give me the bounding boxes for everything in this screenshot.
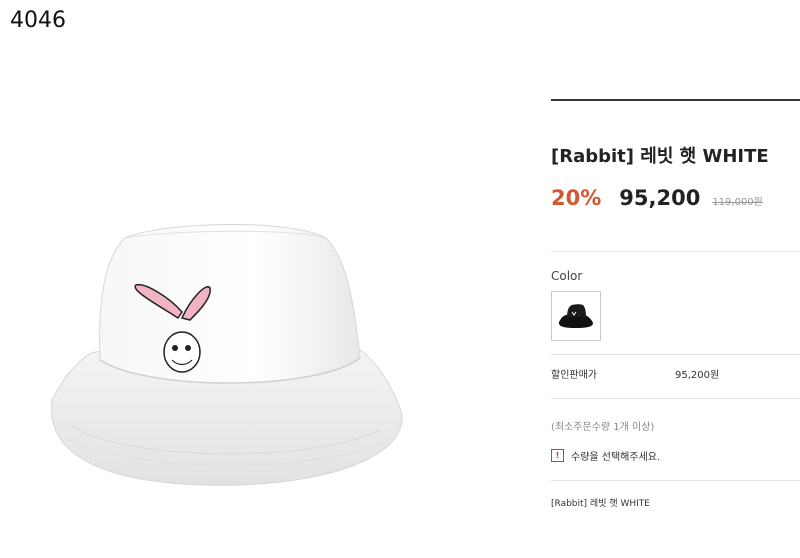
selected-item-name: [Rabbit] 레빗 햇 WHITE [551, 499, 650, 509]
sale-price-label: 할인판매가 [551, 370, 597, 381]
divider [551, 251, 800, 252]
black-hat-icon [558, 304, 593, 328]
warning-text: 수량을 선택해주세요. [571, 452, 661, 463]
product-info-panel: [Rabbit] 레빗 햇 WHITE 20% 95,200 119,000원 … [551, 0, 800, 558]
sale-price-value: 95,200원 [675, 370, 720, 381]
color-option-label: Color [551, 269, 583, 283]
product-image [50, 223, 403, 486]
color-swatch-black[interactable] [551, 291, 601, 341]
sale-price: 95,200 [619, 186, 701, 210]
top-divider [551, 99, 800, 101]
product-title: [Rabbit] 레빗 햇 WHITE [551, 146, 769, 167]
page-id-label: 4046 [10, 8, 66, 33]
warning-icon: ! [551, 449, 564, 462]
divider [551, 480, 800, 481]
discount-rate: 20% [551, 186, 602, 210]
min-order-notice: (최소주문수량 1개 이상) [551, 422, 655, 433]
original-price: 119,000원 [712, 197, 763, 208]
divider [551, 398, 800, 399]
quantity-warning: ! 수량을 선택해주세요. [551, 448, 660, 463]
price-row: 20% 95,200 119,000원 [551, 186, 763, 210]
divider [551, 354, 800, 355]
